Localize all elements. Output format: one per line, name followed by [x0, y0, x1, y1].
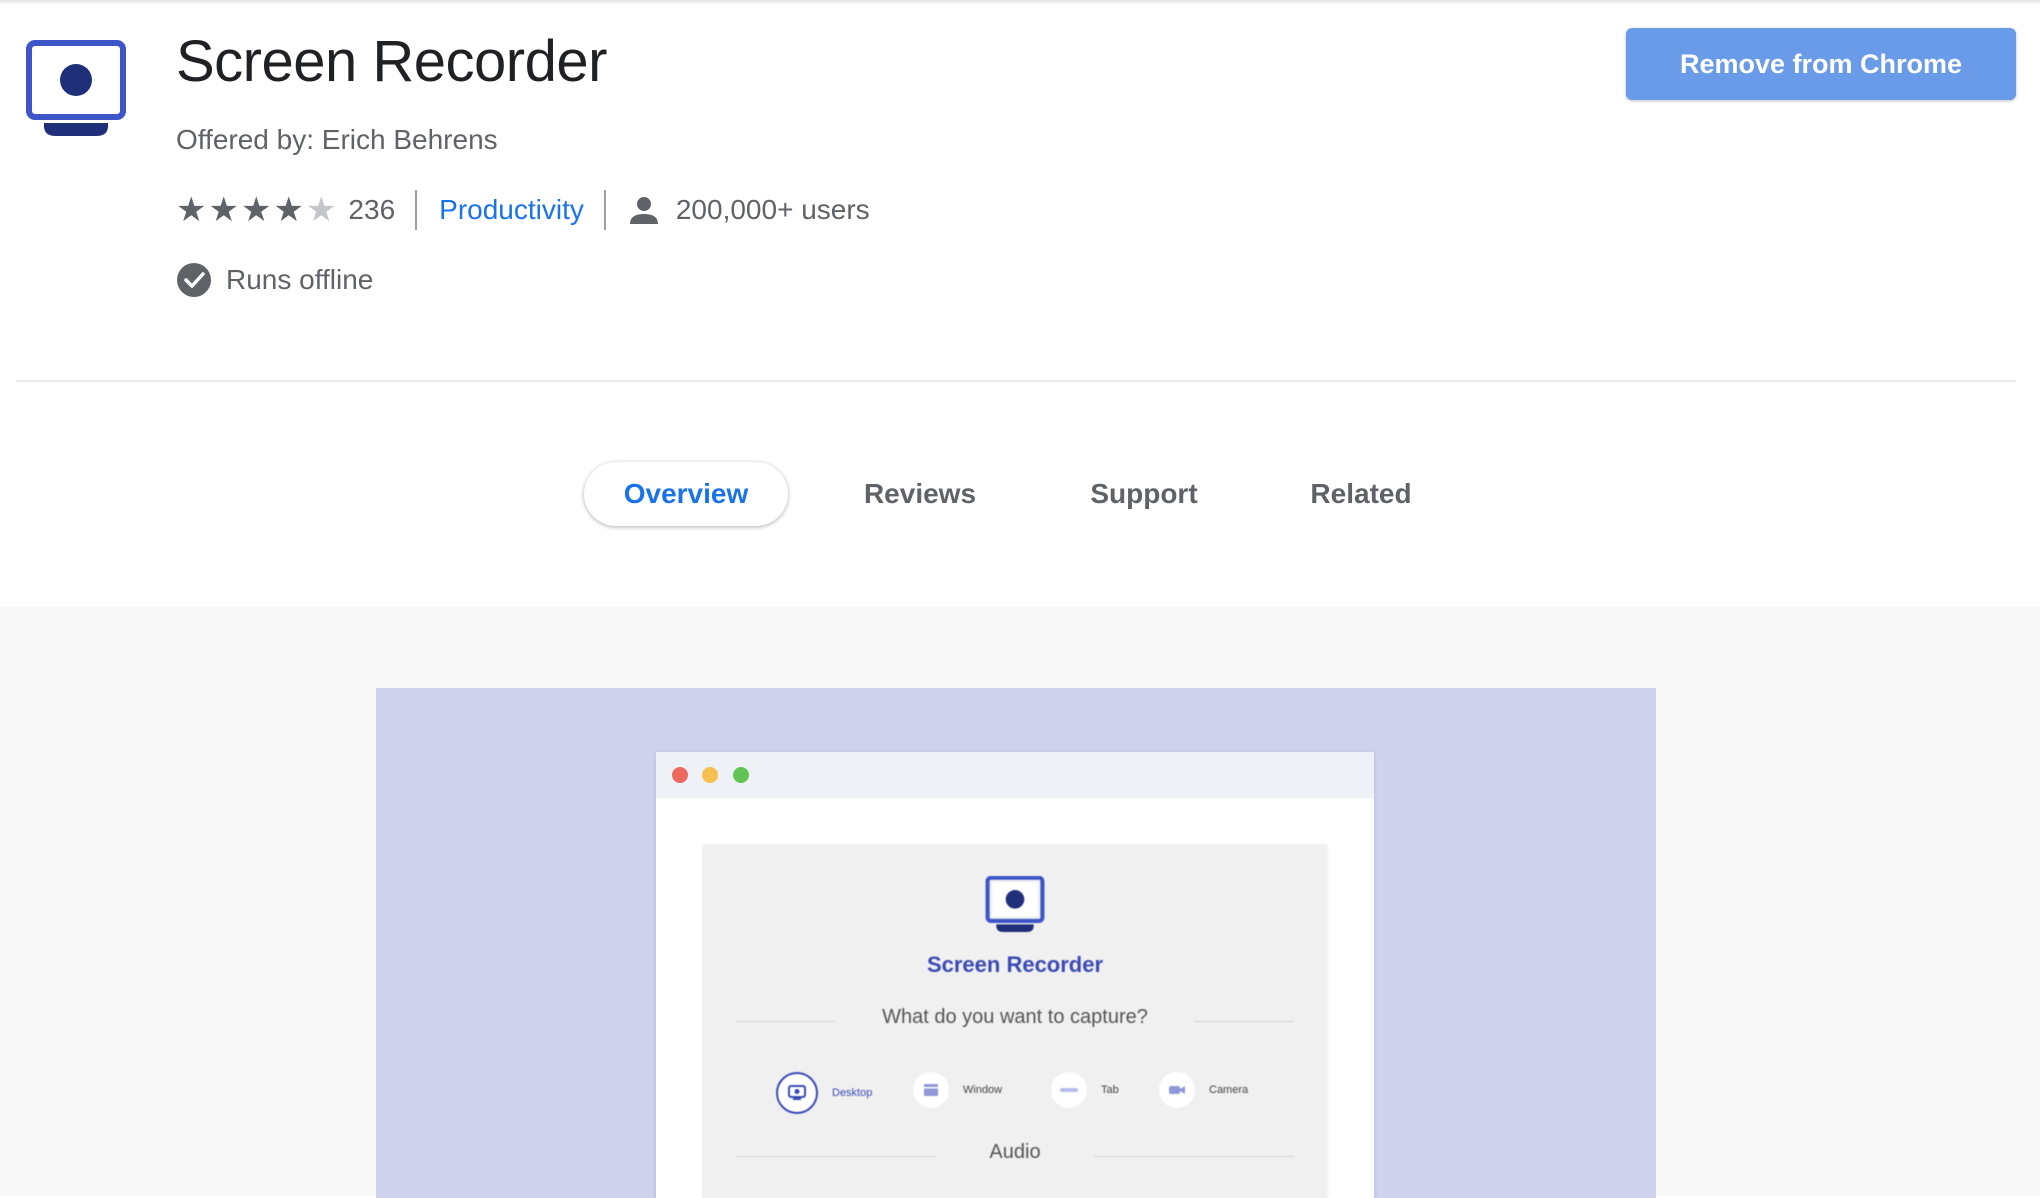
tab-icon	[1051, 1072, 1087, 1108]
remove-from-chrome-button[interactable]: Remove from Chrome	[1626, 28, 2016, 100]
top-shadow	[0, 0, 2040, 5]
tab-overview[interactable]: Overview	[584, 462, 788, 526]
camera-icon	[1159, 1072, 1195, 1108]
screenshot-preview[interactable]: Screen Recorder What do you want to capt…	[376, 688, 1656, 1198]
rating-stars[interactable]: ★ ★ ★ ★ ★	[176, 193, 338, 227]
category-link[interactable]: Productivity	[439, 194, 584, 226]
detail-tabs: Overview Reviews Support Related	[0, 462, 2040, 530]
window-icon	[913, 1072, 949, 1108]
stats-row: ★ ★ ★ ★ ★ 236 Productivity 200,000+ users	[176, 190, 870, 230]
mock-option-tab: Tab	[1051, 1072, 1119, 1108]
minimize-dot-icon	[702, 767, 718, 783]
desktop-icon	[776, 1072, 818, 1114]
monitor-record-icon	[985, 876, 1045, 932]
mock-titlebar	[656, 752, 1374, 798]
mock-recorder-panel: Screen Recorder What do you want to capt…	[702, 844, 1328, 1198]
close-dot-icon	[672, 767, 688, 783]
star-empty-icon: ★	[305, 191, 337, 229]
header-divider	[16, 380, 2016, 382]
person-icon	[629, 197, 658, 224]
tab-reviews[interactable]: Reviews	[848, 462, 992, 526]
mock-option-label: Window	[963, 1084, 1003, 1096]
star-filled-icon: ★	[240, 191, 272, 229]
offline-badge: Runs offline	[176, 262, 373, 298]
mock-option-label: Camera	[1209, 1084, 1249, 1096]
mock-option-label: Tab	[1101, 1084, 1119, 1096]
mock-option-window: Window	[913, 1072, 1002, 1108]
extension-title: Screen Recorder	[176, 29, 607, 94]
mock-question-row: What do you want to capture?	[736, 1006, 1294, 1036]
mock-question: What do you want to capture?	[882, 1006, 1148, 1028]
user-count: 200,000+ users	[675, 194, 870, 225]
star-filled-icon: ★	[273, 191, 304, 229]
tab-related[interactable]: Related	[1296, 462, 1426, 526]
mock-capture-options: Desktop Window Tab Camera	[776, 1072, 1276, 1116]
tab-support[interactable]: Support	[1072, 462, 1216, 526]
maximize-dot-icon	[733, 767, 749, 783]
star-filled-icon: ★	[176, 191, 207, 229]
divider	[603, 190, 606, 230]
mock-option-label: Desktop	[832, 1087, 873, 1099]
screenshot-gallery: Screen Recorder What do you want to capt…	[0, 607, 2040, 1198]
mock-audio-row: Audio	[736, 1141, 1294, 1171]
rating-count[interactable]: 236	[348, 194, 395, 226]
monitor-record-icon	[26, 40, 126, 136]
offered-by: Offered by: Erich Behrens	[176, 124, 498, 155]
mock-audio-label: Audio	[989, 1141, 1041, 1163]
offline-text: Runs offline	[226, 264, 374, 295]
mock-option-desktop: Desktop	[776, 1072, 872, 1114]
mock-option-camera: Camera	[1159, 1072, 1248, 1108]
mock-browser-window: Screen Recorder What do you want to capt…	[656, 752, 1374, 1198]
mock-app-title: Screen Recorder	[926, 952, 1104, 977]
check-circle-icon	[177, 263, 211, 297]
divider	[415, 190, 418, 230]
star-filled-icon: ★	[208, 191, 239, 229]
